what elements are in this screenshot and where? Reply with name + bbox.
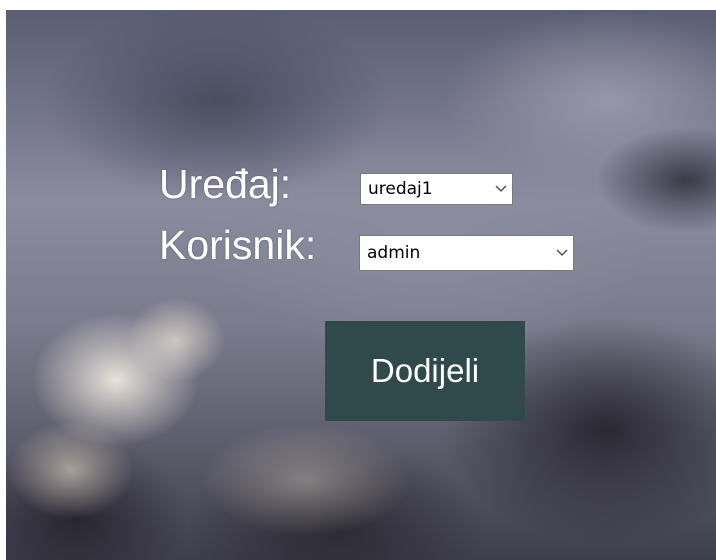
chevron-down-icon <box>490 185 512 193</box>
device-select[interactable]: uredaj1 <box>360 173 513 205</box>
user-select-value: admin <box>367 243 421 263</box>
chevron-down-icon <box>551 249 573 257</box>
user-label: Korisnik: <box>159 222 317 268</box>
device-label: Uređaj: <box>159 161 292 207</box>
assign-button[interactable]: Dodijeli <box>325 321 525 421</box>
background-sky-image: Uređaj: uredaj1 Korisnik: admin Dodijeli <box>6 10 716 560</box>
assign-button-label: Dodijeli <box>370 352 480 389</box>
device-select-value: uredaj1 <box>368 179 433 199</box>
user-select[interactable]: admin <box>359 235 574 271</box>
